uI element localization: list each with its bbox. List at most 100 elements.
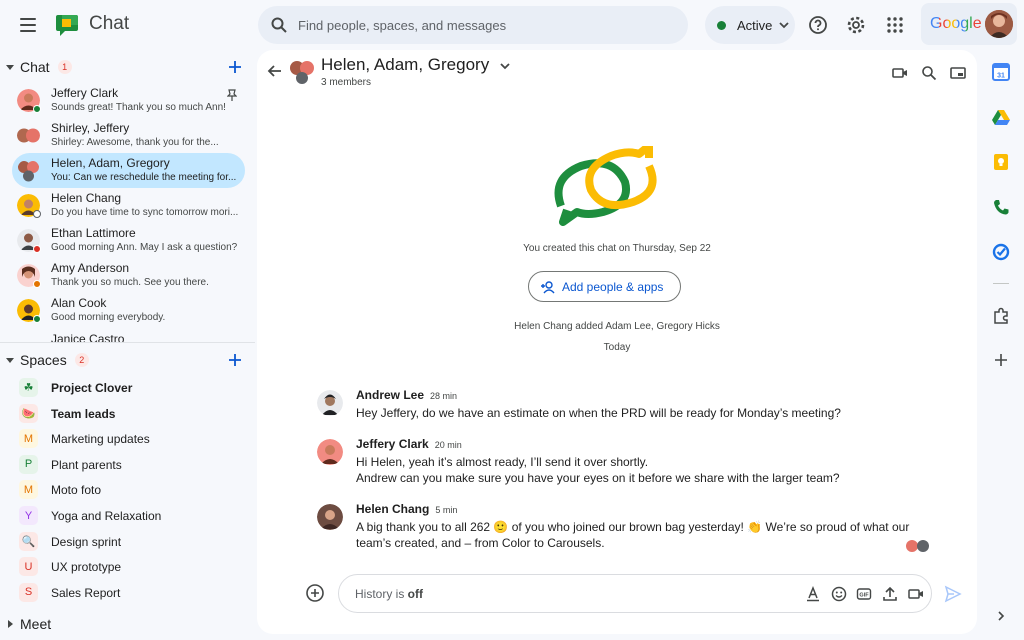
- back-arrow-icon[interactable]: [267, 63, 283, 79]
- chevron-down-icon[interactable]: [499, 60, 511, 72]
- chat-name: Amy Anderson: [51, 261, 130, 275]
- message-text: A big thank you to all 262 🙂 of you who …: [356, 520, 910, 550]
- message-text: Hi Helen, yeah it’s almost ready, I’ll s…: [356, 455, 840, 485]
- add-attachment-plus-icon[interactable]: [306, 584, 324, 602]
- emoji-icon[interactable]: [831, 586, 847, 602]
- chat-name: Helen Chang: [51, 191, 122, 205]
- status-dot: [717, 20, 726, 30]
- caret-right-icon[interactable]: [6, 620, 14, 628]
- chat-item-janice-castro[interactable]: Janice Castro: [12, 328, 245, 342]
- spaces-section-header[interactable]: Spaces 2: [0, 348, 255, 372]
- group-avatar: [290, 61, 314, 84]
- space-item[interactable]: Y Yoga and Relaxation: [12, 504, 245, 528]
- sender-name: Jeffery Clark 20 min: [356, 437, 462, 451]
- add-ons-puzzle-icon[interactable]: [991, 306, 1011, 326]
- presence-dot: [33, 315, 41, 323]
- space-item[interactable]: 🍉 Team leads: [12, 402, 245, 426]
- section-divider: [0, 342, 255, 343]
- search-icon: [271, 17, 287, 33]
- account-switcher[interactable]: Google: [921, 3, 1017, 45]
- left-navigation: Chat 1 Jeffery Clark Sounds great! Thank…: [0, 50, 255, 640]
- space-item[interactable]: M Moto foto: [12, 478, 245, 502]
- drive-icon[interactable]: [991, 107, 1011, 127]
- user-avatar[interactable]: [985, 10, 1013, 38]
- help-icon[interactable]: [807, 14, 829, 36]
- upload-icon[interactable]: [882, 586, 898, 602]
- chat-item-alan-cook[interactable]: Alan Cook Good morning everybody.: [12, 293, 245, 328]
- message-time: 28 min: [430, 391, 458, 401]
- message-composer[interactable]: History is off GIF: [338, 574, 932, 613]
- chat-item-jeffery-clark[interactable]: Jeffery Clark Sounds great! Thank you so…: [12, 83, 245, 118]
- chat-name: Jeffery Clark: [51, 86, 119, 100]
- add-person-icon: [541, 280, 555, 293]
- chat-illustration-icon: [554, 146, 657, 226]
- caret-down-icon[interactable]: [6, 356, 14, 364]
- text-format-icon[interactable]: [805, 586, 821, 602]
- pop-out-icon[interactable]: [950, 65, 966, 81]
- space-name: Marketing updates: [51, 432, 150, 447]
- search-input[interactable]: [298, 17, 678, 33]
- chat-item-amy-anderson[interactable]: Amy Anderson Thank you so much. See you …: [12, 258, 245, 293]
- new-chat-plus-icon[interactable]: [227, 59, 243, 75]
- space-icon: M: [19, 480, 38, 500]
- main-menu-icon[interactable]: [18, 15, 38, 35]
- system-message: Helen Chang added Adam Lee, Gregory Hick…: [514, 321, 720, 332]
- chat-item-ethan-lattimore[interactable]: Ethan Lattimore Good morning Ann. May I …: [12, 223, 245, 258]
- chat-logo-icon: [56, 15, 78, 36]
- gif-icon[interactable]: GIF: [856, 586, 872, 602]
- settings-gear-icon[interactable]: [845, 14, 867, 36]
- message-time: 20 min: [434, 440, 462, 450]
- chat-item-helen-chang[interactable]: Helen Chang Do you have time to sync tom…: [12, 188, 245, 223]
- keep-icon[interactable]: [991, 152, 1011, 172]
- space-name: Team leads: [51, 406, 116, 421]
- chat-section-header[interactable]: Chat 1: [0, 55, 255, 79]
- chat-item-helen-adam-gregory[interactable]: Helen, Adam, Gregory You: Can we resched…: [12, 153, 245, 188]
- chat-name: Helen, Adam, Gregory: [51, 156, 170, 170]
- send-icon[interactable]: [944, 585, 962, 603]
- expand-panel-chevron-icon[interactable]: [991, 606, 1011, 626]
- message-helen-chang[interactable]: Helen Chang 5 min A big thank you to all …: [317, 502, 937, 554]
- message-jeffery-clark[interactable]: Jeffery Clark 20 min Hi Helen, yeah it’s …: [317, 437, 937, 489]
- space-item[interactable]: 🔍 Design sprint: [12, 530, 245, 554]
- voice-phone-icon[interactable]: [991, 197, 1011, 217]
- presence-dot: [33, 245, 41, 253]
- meet-section-header[interactable]: Meet: [0, 612, 255, 636]
- add-people-apps-button[interactable]: Add people & apps: [528, 271, 681, 302]
- date-divider: Today: [603, 342, 631, 353]
- search-icon[interactable]: [921, 65, 937, 81]
- presence-dot: [33, 210, 41, 218]
- video-meeting-icon[interactable]: [908, 586, 924, 602]
- space-item[interactable]: S Sales Report: [12, 581, 245, 605]
- group-avatar: [17, 128, 40, 143]
- space-item[interactable]: M Marketing updates: [12, 427, 245, 451]
- caret-down-icon[interactable]: [6, 63, 14, 71]
- conversation-panel: Helen, Adam, Gregory 3 members You creat…: [257, 50, 977, 634]
- svg-text:GIF: GIF: [859, 593, 869, 599]
- chat-section-title: Chat: [20, 59, 50, 75]
- get-add-ons-plus-icon[interactable]: [991, 350, 1011, 370]
- space-icon: P: [19, 454, 38, 474]
- pin-icon[interactable]: [227, 89, 237, 101]
- space-item[interactable]: ☘ Project Clover: [12, 376, 245, 400]
- space-icon: U: [19, 557, 38, 577]
- space-item[interactable]: P Plant parents: [12, 453, 245, 477]
- calendar-icon[interactable]: 31: [991, 62, 1011, 82]
- message-time: 5 min: [435, 505, 458, 515]
- space-icon: 🍉: [19, 403, 38, 423]
- chat-snippet: Thank you so much. See you there.: [51, 277, 209, 288]
- apps-grid-icon[interactable]: [884, 14, 906, 36]
- chat-item-shirley-jeffery[interactable]: Shirley, Jeffery Shirley: Awesome, thank…: [12, 118, 245, 153]
- history-status: History is off: [355, 586, 423, 601]
- status-dropdown[interactable]: Active: [705, 6, 795, 44]
- read-receipts-avatars: [906, 540, 929, 552]
- conversation-title[interactable]: Helen, Adam, Gregory: [321, 55, 489, 75]
- video-call-icon[interactable]: [892, 65, 908, 81]
- space-name: UX prototype: [51, 560, 122, 575]
- message-andrew-lee[interactable]: Andrew Lee 28 min Hey Jeffery, do we have…: [317, 388, 937, 424]
- search-bar[interactable]: [258, 6, 688, 44]
- new-space-plus-icon[interactable]: [227, 352, 243, 368]
- tasks-icon[interactable]: [991, 242, 1011, 262]
- chat-snippet: Shirley: Awesome, thank you for the...: [51, 137, 219, 148]
- space-item[interactable]: U UX prototype: [12, 555, 245, 579]
- chat-snippet: Do you have time to sync tomorrow mori..…: [51, 207, 239, 218]
